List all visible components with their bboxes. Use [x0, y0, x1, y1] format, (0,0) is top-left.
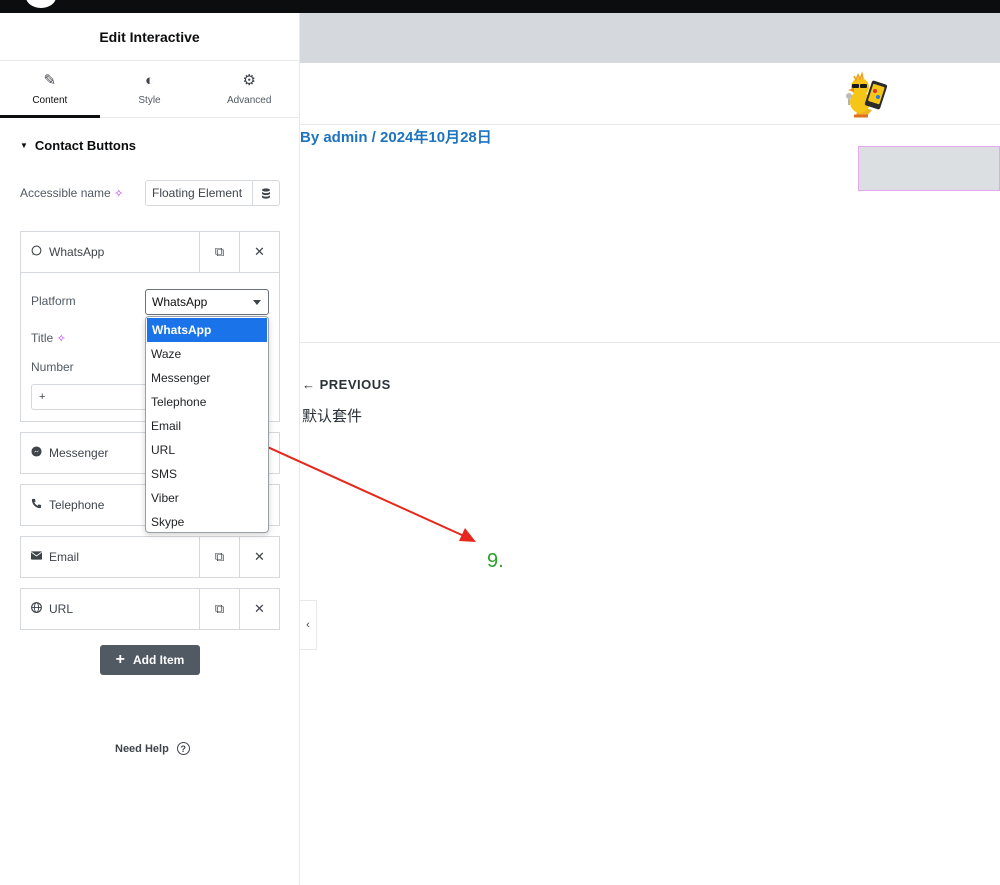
option-email[interactable]: Email — [146, 414, 268, 438]
option-url[interactable]: URL — [146, 438, 268, 462]
option-sms[interactable]: SMS — [146, 462, 268, 486]
platform-dropdown[interactable]: WhatsApp Waze Messenger Telephone Email … — [145, 316, 269, 533]
option-messenger[interactable]: Messenger — [146, 366, 268, 390]
option-skype[interactable]: Skype — [146, 510, 268, 534]
option-viber[interactable]: Viber — [146, 486, 268, 510]
option-whatsapp[interactable]: WhatsApp — [147, 318, 267, 342]
option-waze[interactable]: Waze — [146, 342, 268, 366]
annotation-label: 9. — [487, 550, 504, 572]
option-telephone[interactable]: Telephone — [146, 390, 268, 414]
